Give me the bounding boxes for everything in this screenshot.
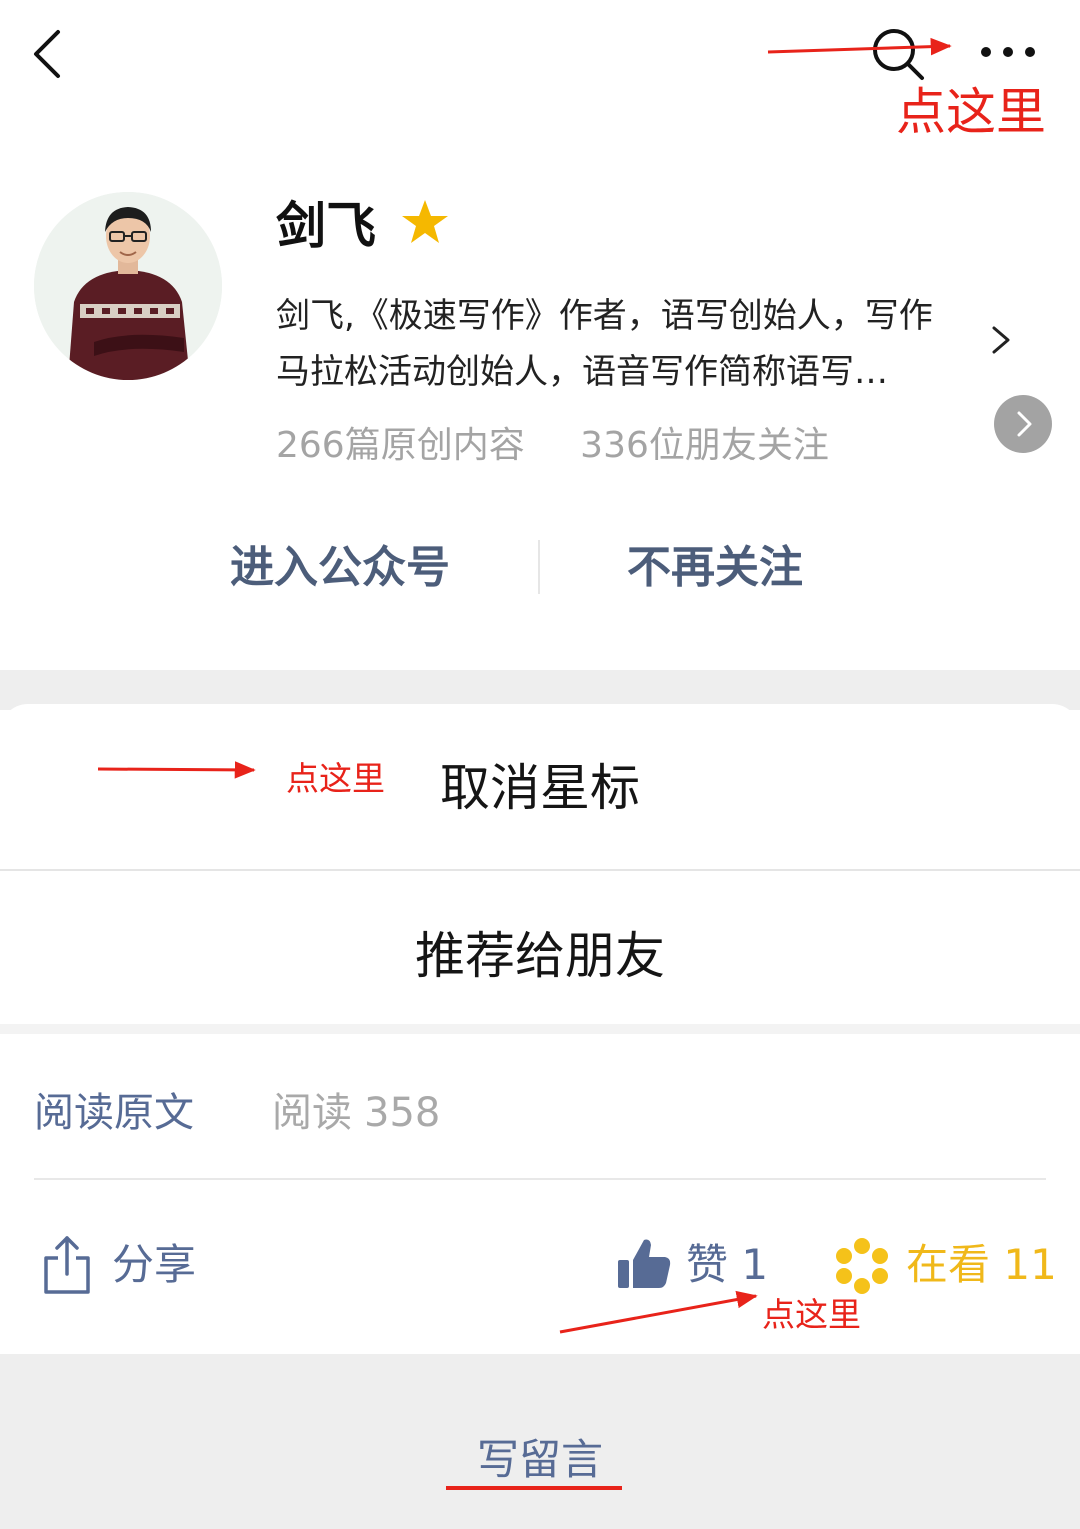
bio-line-1: 剑飞,《极速写作》作者，语写创始人，写作 <box>276 296 933 336</box>
account-stats: 266篇原创内容 336位朋友关注 <box>276 418 829 474</box>
read-count-value: 358 <box>364 1090 441 1136</box>
article-count: 266篇原创内容 <box>276 425 525 466</box>
avatar-portrait <box>34 192 222 380</box>
share-icon[interactable] <box>40 1234 94 1296</box>
annotation-bottom-label: 点这里 <box>762 1295 861 1334</box>
sheet-bottom-edge <box>0 1024 1080 1034</box>
share-label[interactable]: 分享 <box>112 1236 196 1294</box>
chevron-right-icon <box>1017 411 1032 437</box>
account-bio[interactable]: 剑飞,《极速写作》作者，语写创始人，写作 马拉松活动创始人，语音写作简称语写… <box>276 288 976 400</box>
avatar[interactable] <box>34 192 222 380</box>
unfollow-button[interactable]: 不再关注 <box>585 530 845 606</box>
account-name: 剑飞 <box>276 197 376 255</box>
annotation-middle-label: 点这里 <box>286 759 385 798</box>
search-icon[interactable] <box>868 24 928 84</box>
footer-divider <box>34 1178 1046 1180</box>
recommend-to-friend-button[interactable]: 推荐给朋友 <box>0 876 1080 1036</box>
action-divider <box>538 540 540 594</box>
sheet-divider <box>0 869 1080 871</box>
wow-count[interactable]: 在看 11 <box>906 1236 1057 1294</box>
bio-line-2: 马拉松活动创始人，语音写作简称语写… <box>276 352 888 392</box>
floating-next-button[interactable] <box>994 395 1052 453</box>
thumbs-up-icon[interactable] <box>616 1236 672 1292</box>
wow-flower-icon[interactable] <box>834 1238 890 1294</box>
read-count: 阅读 358 <box>272 1084 440 1142</box>
read-count-label: 阅读 <box>272 1090 352 1136</box>
enter-account-button[interactable]: 进入公众号 <box>200 530 480 606</box>
like-count[interactable]: 赞 1 <box>686 1236 768 1294</box>
more-dots-icon[interactable] <box>976 30 1040 70</box>
annotation-top-label: 点这里 <box>896 83 1046 141</box>
unstar-button[interactable]: 取消星标 <box>0 708 1080 868</box>
follower-count: 336位朋友关注 <box>580 425 829 466</box>
star-icon <box>402 200 448 243</box>
chevron-left-icon[interactable] <box>28 28 68 80</box>
annotation-underline <box>446 1486 622 1490</box>
annotation-arrow-bottom <box>559 1290 758 1334</box>
read-original-link[interactable]: 阅读原文 <box>34 1084 194 1142</box>
chevron-right-icon[interactable] <box>984 318 1018 362</box>
write-comment-button[interactable]: 写留言 <box>440 1432 640 1488</box>
